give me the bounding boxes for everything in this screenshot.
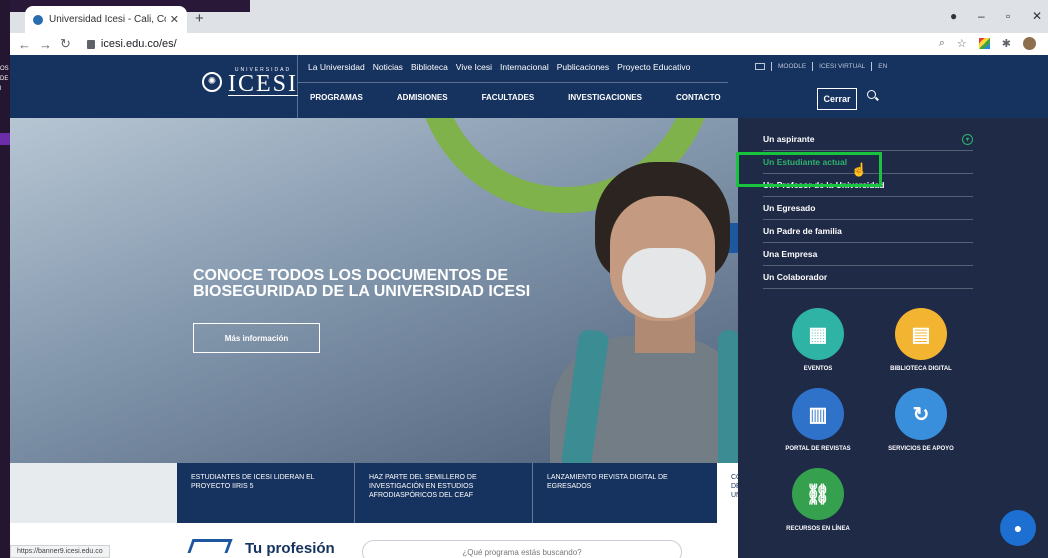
search-icon[interactable] bbox=[867, 90, 876, 99]
backpack-strap bbox=[718, 330, 740, 463]
audience-dropdown-panel: Un aspirante ▾ Un Estudiante actual Un P… bbox=[736, 118, 1048, 558]
bookmark-star-icon[interactable]: ☆ bbox=[957, 37, 967, 50]
top-link[interactable]: Internacional bbox=[500, 62, 549, 72]
tile-biblioteca-digital[interactable]: ▤ BIBLIOTECA DIGITAL bbox=[871, 308, 971, 372]
top-link[interactable]: Publicaciones bbox=[557, 62, 609, 72]
nav-item-investigaciones[interactable]: INVESTIGACIONES bbox=[568, 93, 642, 102]
nav-item-contacto[interactable]: CONTACTO bbox=[676, 93, 721, 102]
tile-servicios-apoyo[interactable]: ↻ SERVICIOS DE APOYO bbox=[871, 388, 971, 452]
address-bar[interactable]: icesi.edu.co/es/ bbox=[101, 38, 177, 50]
minimize-icon[interactable]: – bbox=[978, 9, 985, 23]
toolbar-actions: ⌕ ☆ ✱ bbox=[939, 37, 1036, 50]
chat-bubble-icon[interactable]: ● bbox=[1000, 510, 1036, 546]
news-item[interactable]: ESTUDIANTES DE ICESI LIDERAN EL PROYECTO… bbox=[177, 463, 355, 523]
util-link-virtual[interactable]: ICESI VIRTUAL bbox=[819, 63, 865, 70]
close-window-icon[interactable]: ✕ bbox=[1032, 9, 1042, 23]
seal-icon: ✺ bbox=[202, 71, 222, 92]
icesi-logo[interactable]: ✺ UNIVERSIDAD ICESI bbox=[202, 67, 298, 96]
menu-item-padre-familia[interactable]: Un Padre de familia bbox=[763, 220, 973, 243]
tile-label: PORTAL DE REVISTAS bbox=[785, 446, 851, 452]
top-link[interactable]: Vive Icesi bbox=[456, 62, 492, 72]
nav-item-facultades[interactable]: FACULTADES bbox=[482, 93, 535, 102]
new-tab-button[interactable]: + bbox=[195, 10, 204, 27]
restore-icon[interactable]: ▫ bbox=[1006, 9, 1010, 23]
favicon-icon bbox=[33, 14, 43, 25]
header-divider bbox=[297, 55, 298, 118]
mail-icon[interactable] bbox=[755, 63, 765, 70]
tile-label: EVENTOS bbox=[803, 366, 833, 372]
hero-title: CONOCE TODOS LOS DOCUMENTOS DE BIOSEGURI… bbox=[193, 267, 531, 300]
support-24h-icon: ↻ bbox=[895, 388, 947, 440]
browser-toolbar: ← → ↻ icesi.edu.co/es/ ⌕ ☆ ✱ bbox=[10, 33, 1048, 55]
tile-eventos[interactable]: ▦ EVENTOS bbox=[768, 308, 868, 372]
status-bar-url: https://banner9.icesi.edu.co bbox=[10, 545, 110, 558]
utility-navigation: MOODLE ICESI VIRTUAL EN bbox=[755, 62, 887, 71]
separator bbox=[771, 62, 772, 71]
browser-window: Universidad Icesi - Cali, Colombia ✕ + ●… bbox=[10, 0, 1048, 558]
browser-tab[interactable]: Universidad Icesi - Cali, Colombia ✕ bbox=[25, 6, 187, 33]
program-finder: Tu profesión ¿Qué programa estás buscand… bbox=[10, 523, 740, 558]
top-link[interactable]: Noticias bbox=[373, 62, 403, 72]
graduation-cap-icon bbox=[187, 539, 233, 553]
menu-item-aspirante[interactable]: Un aspirante ▾ bbox=[763, 128, 973, 151]
news-strip: ESTUDIANTES DE ICESI LIDERAN EL PROYECTO… bbox=[177, 463, 717, 523]
book-icon: ▤ bbox=[895, 308, 947, 360]
reload-icon[interactable]: ↻ bbox=[60, 36, 71, 52]
zoom-icon[interactable]: ⌕ bbox=[939, 37, 945, 50]
webpage: ✺ UNIVERSIDAD ICESI La Universidad Notic… bbox=[10, 55, 1048, 558]
tile-recursos-en-linea[interactable]: ⛓ RECURSOS EN LÍNEA bbox=[768, 468, 868, 532]
top-nav-rule bbox=[298, 82, 728, 83]
menu-item-label: Un aspirante bbox=[763, 134, 815, 144]
audience-menu: Un aspirante ▾ Un Estudiante actual Un P… bbox=[736, 128, 973, 289]
menu-item-empresa[interactable]: Una Empresa bbox=[763, 243, 973, 266]
tile-portal-revistas[interactable]: ▥ PORTAL DE REVISTAS bbox=[768, 388, 868, 452]
nav-item-admisiones[interactable]: ADMISIONES bbox=[397, 93, 448, 102]
tile-label: SERVICIOS DE APOYO bbox=[888, 446, 954, 452]
main-navigation: PROGRAMAS ADMISIONES FACULTADES INVESTIG… bbox=[310, 93, 755, 102]
util-link-moodle[interactable]: MOODLE bbox=[778, 63, 806, 70]
top-navigation: La Universidad Noticias Biblioteca Vive … bbox=[308, 62, 690, 72]
menu-item-label: Un Colaborador bbox=[763, 272, 828, 282]
tile-label: RECURSOS EN LÍNEA bbox=[786, 526, 850, 532]
nav-item-programas[interactable]: PROGRAMAS bbox=[310, 93, 363, 102]
news-item[interactable]: LANZAMIENTO REVISTA DIGITAL DE EGRESADOS bbox=[533, 463, 711, 523]
calendar-icon: ▦ bbox=[792, 308, 844, 360]
magazine-icon: ▥ bbox=[792, 388, 844, 440]
lock-icon bbox=[86, 39, 95, 49]
more-info-button[interactable]: Más información bbox=[193, 323, 320, 353]
menu-item-label: Una Empresa bbox=[763, 249, 818, 259]
program-search-input[interactable]: ¿Qué programa estás buscando? bbox=[362, 540, 682, 558]
back-icon[interactable]: ← bbox=[18, 37, 31, 52]
util-link-language[interactable]: EN bbox=[878, 63, 887, 70]
separator bbox=[812, 62, 814, 71]
tile-label: BIBLIOTECA DIGITAL bbox=[890, 366, 952, 372]
extension-icon[interactable] bbox=[978, 38, 990, 49]
avatar[interactable] bbox=[1023, 37, 1036, 50]
top-link[interactable]: La Universidad bbox=[308, 62, 365, 72]
hero-banner: CONOCE TODOS LOS DOCUMENTOS DE BIOSEGURI… bbox=[10, 118, 740, 463]
link-icon: ⛓ bbox=[792, 468, 844, 520]
tab-strip: Universidad Icesi - Cali, Colombia ✕ + ●… bbox=[10, 0, 1048, 33]
extensions-puzzle-icon[interactable]: ✱ bbox=[1002, 37, 1011, 50]
news-item[interactable]: HAZ PARTE DEL SEMILLERO DE INVESTIGACIÓN… bbox=[355, 463, 533, 523]
menu-item-label: Un Egresado bbox=[763, 203, 816, 213]
menu-item-label: Un Padre de familia bbox=[763, 226, 842, 236]
hand-cursor-icon: ☝ bbox=[851, 162, 868, 177]
profile-indicator-icon[interactable]: ● bbox=[950, 9, 957, 23]
site-header: ✺ UNIVERSIDAD ICESI La Universidad Notic… bbox=[10, 55, 1048, 118]
menu-item-colaborador[interactable]: Un Colaborador bbox=[763, 266, 973, 289]
close-menu-button[interactable]: Cerrar bbox=[817, 88, 857, 110]
top-link[interactable]: Proyecto Educativo bbox=[617, 62, 690, 72]
logo-big-text: ICESI bbox=[228, 71, 298, 97]
close-tab-icon[interactable]: ✕ bbox=[170, 13, 179, 26]
menu-item-egresado[interactable]: Un Egresado bbox=[763, 197, 973, 220]
top-link[interactable]: Biblioteca bbox=[411, 62, 448, 72]
news-item-partial[interactable]: CO DE UN bbox=[717, 463, 740, 523]
separator bbox=[871, 62, 873, 71]
tab-title: Universidad Icesi - Cali, Colombia bbox=[49, 14, 166, 25]
chevron-down-icon[interactable]: ▾ bbox=[962, 134, 973, 145]
forward-icon[interactable]: → bbox=[39, 37, 52, 52]
section-title: Tu profesión bbox=[245, 540, 335, 557]
